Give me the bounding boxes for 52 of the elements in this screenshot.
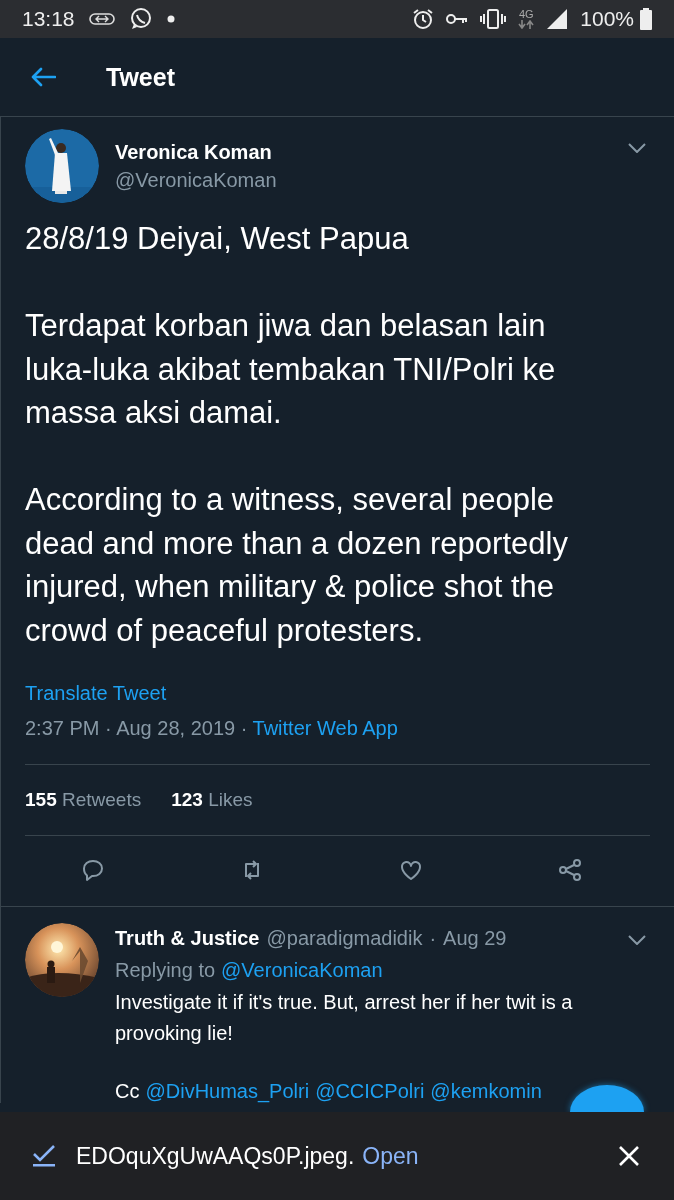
author-handle[interactable]: @VeronicaKoman <box>115 168 612 192</box>
compose-button[interactable] <box>570 1085 644 1112</box>
file-name: EDOquXgUwAAQs0P.jpeg. <box>76 1142 355 1170</box>
back-arrow-icon <box>30 67 56 87</box>
heart-icon <box>399 858 424 882</box>
check-icon <box>32 1144 56 1168</box>
reply-date: Aug 29 <box>443 927 507 950</box>
stat-count[interactable]: 123 Likes <box>171 789 253 811</box>
separator-dot: · <box>429 927 437 950</box>
open-link[interactable]: Open <box>362 1142 419 1170</box>
translate-link[interactable]: Translate Tweet <box>25 682 167 705</box>
alarm-icon <box>412 8 435 30</box>
speech-bubble-button[interactable] <box>80 858 105 882</box>
vibrate-icon <box>480 9 507 29</box>
more-button[interactable] <box>628 143 646 153</box>
tweet-timestamp: 2:37 PM · Aug 28, 2019 · <box>25 717 249 739</box>
more-button[interactable] <box>628 935 646 945</box>
tweet-text: Terdapat korban jiwa dan belasan lain luka-luka akibat tembakan TNI/Polri ke massa aksi damai. <box>25 307 557 432</box>
reply-text: Investigate it if it's true. But, arrest her if her twit is a provoking lie! <box>115 990 574 1046</box>
battery-percent: 100% <box>580 7 634 31</box>
heart-button[interactable] <box>399 858 424 882</box>
tweet-text: According to a witness, several people dead and more than a dozen reportedly injured, when military & police shot the crowd of peaceful protesters. <box>25 481 569 650</box>
key-icon <box>446 13 469 25</box>
author-name[interactable]: Veronica Koman <box>115 140 612 164</box>
speech-bubble-icon <box>80 858 105 882</box>
clock-time: 13:18 <box>22 7 75 31</box>
chevron-down-icon <box>628 935 646 945</box>
author-handle[interactable]: @paradigmadidik <box>266 927 423 950</box>
chat-bubble-icon <box>128 7 153 31</box>
source-link[interactable]: Twitter Web App <box>252 717 398 739</box>
mention-link[interactable]: @VeronicaKoman <box>221 959 383 982</box>
page-title: Tweet <box>106 62 175 92</box>
tweet-text: 28/8/19 Deiyai, West Papua <box>25 220 410 258</box>
author-name[interactable]: Truth & Justice <box>115 927 260 950</box>
stat-count[interactable]: 155 Retweets <box>25 789 142 811</box>
data-arrows-icon <box>518 20 535 29</box>
mention-link[interactable]: @CCICPolri <box>315 1080 425 1103</box>
back-button[interactable] <box>30 67 56 87</box>
mention-link[interactable]: @kemkomin <box>430 1080 542 1103</box>
chevron-down-icon <box>628 143 646 153</box>
share-icon <box>558 858 583 882</box>
close-icon <box>618 1145 640 1167</box>
cc-label: Cc <box>115 1080 140 1103</box>
signal-icon <box>546 8 569 30</box>
close-button[interactable] <box>618 1145 640 1167</box>
dot-icon <box>166 15 175 23</box>
share-button[interactable] <box>558 858 583 882</box>
mention-link[interactable]: @DivHumas_Polri <box>145 1080 310 1103</box>
cable-icon <box>88 11 115 27</box>
replying-to-label: Replying to <box>115 959 216 982</box>
network-label: 4G <box>518 9 534 20</box>
battery-icon <box>640 8 652 30</box>
